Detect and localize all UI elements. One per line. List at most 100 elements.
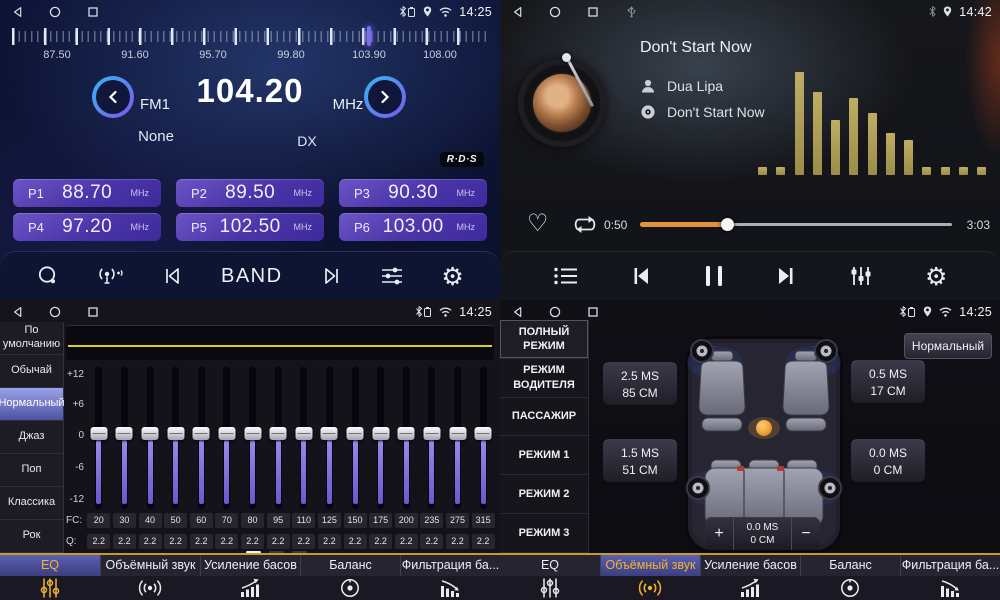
tab-balance[interactable]: Баланс xyxy=(800,555,900,600)
eq-band-slider[interactable] xyxy=(249,367,256,509)
settings-icon[interactable]: ⚙ xyxy=(441,264,463,289)
eq-slider-knob[interactable] xyxy=(295,427,312,440)
next-station-icon[interactable] xyxy=(319,264,343,288)
delay-front-right-button[interactable]: 0.5 MS 17 CM xyxy=(851,360,925,403)
tab-surround[interactable]: Объёмный звук xyxy=(600,555,700,600)
eq-q-value: 2.2 xyxy=(190,534,213,549)
eq-band-slider[interactable] xyxy=(95,367,102,509)
eq-slider-knob[interactable] xyxy=(193,427,210,440)
eq-slider-knob[interactable] xyxy=(270,427,287,440)
previous-station-icon[interactable] xyxy=(161,264,185,288)
eq-slider-knob[interactable] xyxy=(90,427,107,440)
equalizer-icon[interactable] xyxy=(849,265,873,287)
recents-button[interactable] xyxy=(586,306,600,318)
mode-3[interactable]: РЕЖИМ 3 xyxy=(500,514,588,553)
eq-slider-knob[interactable] xyxy=(398,427,415,440)
next-track-icon[interactable] xyxy=(774,266,796,286)
eq-band-slider[interactable] xyxy=(121,367,128,509)
playlist-icon[interactable] xyxy=(553,265,579,287)
decrease-button[interactable]: − xyxy=(792,518,820,550)
eq-slider-knob[interactable] xyxy=(244,427,261,440)
settings-icon[interactable]: ⚙ xyxy=(925,264,947,289)
pause-button[interactable] xyxy=(706,266,722,286)
album-art[interactable] xyxy=(518,59,606,147)
recents-button[interactable] xyxy=(86,6,100,18)
band-button[interactable]: BAND xyxy=(221,265,283,288)
profile-button[interactable]: Нормальный xyxy=(904,333,992,359)
tab-surround[interactable]: Объёмный звук xyxy=(100,555,200,600)
seek-bar[interactable] xyxy=(640,223,952,226)
eq-preset-default[interactable]: По умолчанию xyxy=(0,322,63,355)
eq-band-slider[interactable] xyxy=(454,367,461,509)
previous-track-icon[interactable] xyxy=(631,266,653,286)
dx-loc-icon[interactable] xyxy=(97,264,125,288)
tab-eq[interactable]: EQ xyxy=(0,555,100,600)
eq-slider-knob[interactable] xyxy=(475,427,492,440)
eq-band-slider[interactable] xyxy=(403,367,410,509)
back-button[interactable] xyxy=(510,6,524,18)
home-button[interactable] xyxy=(548,306,562,318)
eq-slider-knob[interactable] xyxy=(449,427,466,440)
mode-full[interactable]: ПОЛНЫЙ РЕЖИМ xyxy=(500,320,588,359)
equalizer-icon[interactable] xyxy=(379,264,405,288)
delay-front-left-button[interactable]: 2.5 MS 85 CM xyxy=(603,362,677,405)
eq-preset-custom[interactable]: Обычай xyxy=(0,355,63,388)
preset-button-p2[interactable]: P289.50MHz xyxy=(176,179,324,207)
home-button[interactable] xyxy=(548,6,562,18)
eq-preset-jazz[interactable]: Джаз xyxy=(0,421,63,454)
eq-slider-knob[interactable] xyxy=(372,427,389,440)
recents-button[interactable] xyxy=(586,6,600,18)
preset-button-p6[interactable]: P6103.00MHz xyxy=(339,213,487,241)
eq-band-slider[interactable] xyxy=(147,367,154,509)
eq-band-slider[interactable] xyxy=(275,367,282,509)
mode-passenger[interactable]: ПАССАЖИР xyxy=(500,398,588,437)
tab-bass-boost[interactable]: Усиление басов xyxy=(700,555,800,600)
eq-band-slider[interactable] xyxy=(352,367,359,509)
eq-slider-knob[interactable] xyxy=(167,427,184,440)
eq-slider-knob[interactable] xyxy=(116,427,133,440)
tab-bass-boost[interactable]: Усиление басов xyxy=(200,555,300,600)
home-button[interactable] xyxy=(48,6,62,18)
eq-band-slider[interactable] xyxy=(326,367,333,509)
repeat-icon[interactable] xyxy=(570,213,600,236)
mode-1[interactable]: РЕЖИМ 1 xyxy=(500,436,588,475)
increase-button[interactable]: + xyxy=(705,518,733,550)
tab-balance[interactable]: Баланс xyxy=(300,555,400,600)
eq-band-slider[interactable] xyxy=(198,367,205,509)
back-button[interactable] xyxy=(10,6,24,18)
eq-band-slider[interactable] xyxy=(480,367,487,509)
eq-slider-knob[interactable] xyxy=(142,427,159,440)
progress-thumb[interactable] xyxy=(721,218,734,231)
preset-button-p4[interactable]: P497.20MHz xyxy=(13,213,161,241)
recents-button[interactable] xyxy=(86,306,100,318)
preset-button-p1[interactable]: P188.70MHz xyxy=(13,179,161,207)
preset-button-p3[interactable]: P390.30MHz xyxy=(339,179,487,207)
eq-slider-knob[interactable] xyxy=(423,427,440,440)
preset-button-p5[interactable]: P5102.50MHz xyxy=(176,213,324,241)
eq-band-slider[interactable] xyxy=(300,367,307,509)
favorite-icon[interactable]: ♡ xyxy=(527,209,549,237)
eq-band-slider[interactable] xyxy=(428,367,435,509)
mode-driver[interactable]: РЕЖИМ ВОДИТЕЛЯ xyxy=(500,359,588,398)
tab-eq[interactable]: EQ xyxy=(500,555,600,600)
eq-band-slider[interactable] xyxy=(223,367,230,509)
mode-2[interactable]: РЕЖИМ 2 xyxy=(500,475,588,514)
back-button[interactable] xyxy=(10,306,24,318)
eq-preset-rock[interactable]: Рок xyxy=(0,520,63,553)
eq-slider-knob[interactable] xyxy=(218,427,235,440)
tab-bass-filter[interactable]: Фильтрация ба... xyxy=(400,555,500,600)
delay-rear-left-button[interactable]: 1.5 MS 51 CM xyxy=(603,439,677,482)
eq-preset-pop[interactable]: Поп xyxy=(0,454,63,487)
delay-rear-right-button[interactable]: 0.0 MS 0 CM xyxy=(851,439,925,482)
home-button[interactable] xyxy=(48,306,62,318)
seek-up-button[interactable] xyxy=(364,76,406,118)
eq-slider-knob[interactable] xyxy=(321,427,338,440)
eq-preset-classic[interactable]: Классика xyxy=(0,487,63,520)
scan-icon[interactable] xyxy=(36,264,60,288)
back-button[interactable] xyxy=(510,306,524,318)
eq-band-slider[interactable] xyxy=(172,367,179,509)
eq-slider-knob[interactable] xyxy=(347,427,364,440)
tab-bass-filter[interactable]: Фильтрация ба... xyxy=(900,555,1000,600)
eq-preset-normal[interactable]: Нормальный xyxy=(0,388,63,421)
eq-band-slider[interactable] xyxy=(377,367,384,509)
